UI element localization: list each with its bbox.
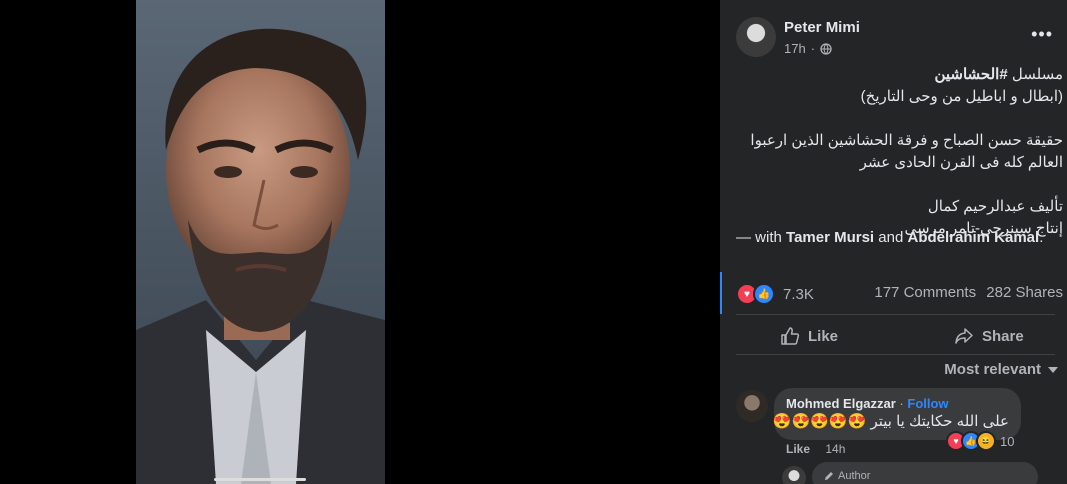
share-button[interactable]: Share <box>954 326 1024 346</box>
share-icon <box>955 328 973 344</box>
post-line-3: حقيقة حسن الصباح و فرقة الحشاشين الذين ا… <box>750 132 1063 149</box>
author-avatar[interactable] <box>736 17 776 57</box>
audience-dot: · <box>810 41 816 56</box>
reply-bubble: Author <box>812 462 1038 484</box>
share-label: Share <box>982 327 1024 345</box>
post-line-4: العالم كله فى القرن الحادى عشر <box>859 154 1063 171</box>
like-button[interactable]: Like <box>780 326 838 346</box>
post-line-1-text: مسلسل <box>1007 66 1063 83</box>
tagged-person-2[interactable]: Abdelrahim Kamal <box>907 229 1039 246</box>
author-badge: Author <box>824 470 870 482</box>
photo-viewer <box>0 0 720 484</box>
tagged-people: — with Tamer Mursi and Abdelrahim Kamal. <box>736 229 1043 246</box>
engagement-stats: 177 Comments 282 Shares <box>868 284 1063 301</box>
post-photo[interactable] <box>136 0 385 484</box>
comment-sort-dropdown[interactable]: Most relevant <box>944 361 1059 378</box>
post-line-1: مسلسل #الحشاشين <box>733 64 1063 86</box>
author-badge-label: Author <box>838 470 871 482</box>
like-reaction-icon: 👍 <box>753 283 775 305</box>
haha-reaction-icon: 😆 <box>976 431 996 451</box>
hashtag-link[interactable]: #الحشاشين <box>934 66 1007 83</box>
sort-label: Most relevant <box>944 361 1041 378</box>
post-meta: 17h · <box>784 41 832 56</box>
reply-avatar[interactable] <box>782 466 806 484</box>
like-icon <box>781 327 800 345</box>
like-label: Like <box>808 327 839 345</box>
author-name[interactable]: Peter Mimi <box>784 19 860 36</box>
follow-button[interactable]: Follow <box>907 396 948 411</box>
post-text: مسلسل #الحشاشين (ابطال و اباطيل من وحى ا… <box>733 64 1063 240</box>
with-suffix: . <box>1039 229 1044 246</box>
comment-text: على الله حكايتك يا بيتر 😍😍😍😍😍 <box>772 413 1009 430</box>
divider <box>736 314 1055 315</box>
reaction-summary[interactable]: ♥ 👍 7.3K <box>736 283 814 305</box>
share-count[interactable]: 282 Shares <box>986 284 1063 301</box>
focus-indicator <box>720 272 722 314</box>
separator-dot: · <box>899 396 904 411</box>
post-time[interactable]: 17h <box>784 41 806 56</box>
reaction-count[interactable]: 7.3K <box>783 286 814 303</box>
chevron-down-icon <box>1048 366 1058 373</box>
post-line-2: (ابطال و اباطيل من وحى التاريخ) <box>860 88 1063 105</box>
comment-header: Mohmed Elgazzar · Follow <box>786 396 949 411</box>
with-and: and <box>874 229 908 246</box>
globe-icon[interactable] <box>820 42 832 55</box>
pencil-icon <box>825 472 833 480</box>
comment-reaction-count: 10 <box>1000 433 1015 449</box>
post-panel: Peter Mimi 17h · ••• مسلسل #الحشاشين (اب… <box>720 0 1067 484</box>
more-icon[interactable]: ••• <box>1031 24 1053 45</box>
tagged-person-1[interactable]: Tamer Mursi <box>786 229 874 246</box>
video-scrubber[interactable] <box>214 478 306 481</box>
comment-like-button[interactable]: Like <box>786 442 810 456</box>
post-line-5: تأليف عبدالرحيم كمال <box>927 198 1063 215</box>
commenter-name[interactable]: Mohmed Elgazzar <box>786 396 896 411</box>
with-prefix: — with <box>736 229 787 246</box>
comment-time[interactable]: 14h <box>825 442 845 456</box>
divider <box>736 354 1055 355</box>
comment-count[interactable]: 177 Comments <box>874 284 976 301</box>
commenter-avatar[interactable] <box>736 390 768 422</box>
comment-reaction-summary[interactable]: ♥ 👍 😆 10 <box>946 431 1014 451</box>
comment-actions: Like 14h <box>786 442 845 456</box>
man-portrait-image <box>136 28 385 484</box>
